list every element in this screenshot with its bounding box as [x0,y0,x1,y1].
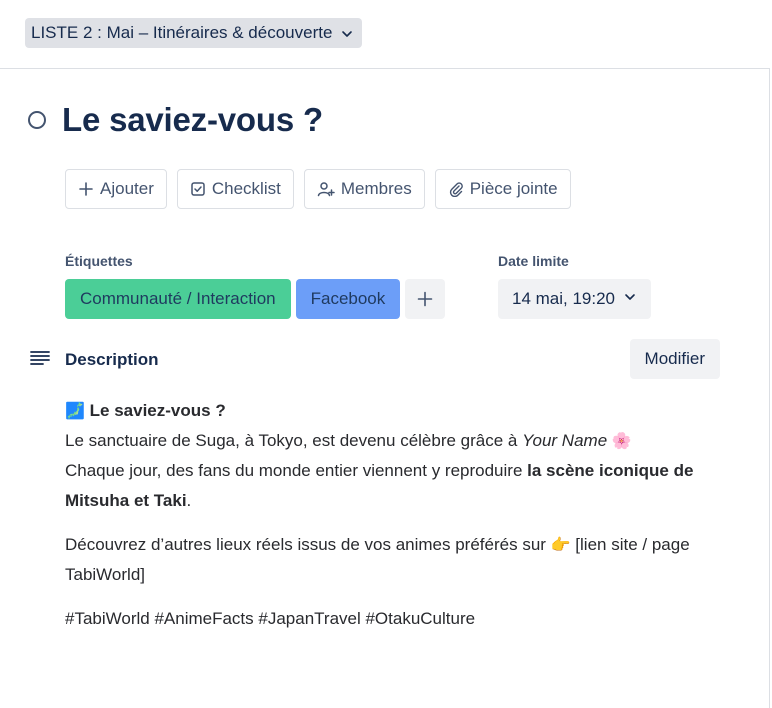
description-paragraph-2: Découvrez d’autres lieux réels issus de … [65,535,690,584]
due-date-value: 14 mai, 19:20 [512,289,616,308]
card-title[interactable]: Le saviez-vous ? [62,96,323,144]
labels-heading: Étiquettes [65,253,133,269]
members-button-label: Membres [340,179,412,198]
due-date-section: Date limite 14 mai, 19:20 [498,253,652,319]
add-button[interactable]: Ajouter [65,169,167,209]
description-subtitle: Le saviez-vous ? [89,401,226,420]
attachment-button[interactable]: Pièce jointe [434,169,571,209]
paperclip-icon [448,181,464,197]
due-date-button[interactable]: 14 mai, 19:20 [498,279,652,319]
card-title-row: Le saviez-vous ? [28,96,323,144]
label-chip-community[interactable]: Communauté / Interaction [65,279,291,319]
description-header: Description Modifier [30,339,720,379]
chevron-down-icon [623,289,637,309]
card-actions: Ajouter Checklist Membres Pièce jointe [65,169,571,209]
description-lines-icon [30,350,50,371]
add-label-button[interactable] [405,279,446,319]
description-line-1: Le sanctuaire de Suga, à Tokyo, est deve… [65,431,632,450]
list-selector[interactable]: LISTE 2 : Mai – Itinéraires & découverte [25,18,363,48]
attachment-button-label: Pièce jointe [469,179,558,198]
due-date-heading: Date limite [498,253,569,269]
checkbox-icon [190,181,206,197]
label-chip-facebook[interactable]: Facebook [295,279,401,319]
members-button[interactable]: Membres [303,169,425,209]
add-member-icon [317,181,335,197]
chevron-down-icon [340,26,354,40]
description-hashtags: #TabiWorld #AnimeFacts #JapanTravel #Ota… [65,609,476,628]
labels-section: Étiquettes Communauté / Interaction Face… [65,253,446,319]
description-heading: Description [65,350,159,369]
plus-icon [417,291,433,307]
list-selector-label: LISTE 2 : Mai – Itinéraires & découverte [31,23,333,42]
description-body[interactable]: 🗾 Le saviez-vous ? Le sanctuaire de Suga… [65,396,725,634]
edit-description-button[interactable]: Modifier [629,339,720,379]
checklist-button-label: Checklist [211,179,281,198]
description-line-2: Chaque jour, des fans du monde entier vi… [65,461,694,510]
movie-title: Your Name [522,431,608,450]
description-heading-line: 🗾 Le saviez-vous ? [65,396,725,426]
japan-map-emoji-icon: 🗾 [65,401,85,420]
plus-icon [78,181,94,197]
pointing-right-emoji-icon: 👉 [550,535,571,554]
circle-outline-icon[interactable] [28,111,46,129]
cherry-blossom-emoji-icon: 🌸 [611,431,632,450]
checklist-button[interactable]: Checklist [176,169,294,209]
add-button-label: Ajouter [100,179,154,198]
